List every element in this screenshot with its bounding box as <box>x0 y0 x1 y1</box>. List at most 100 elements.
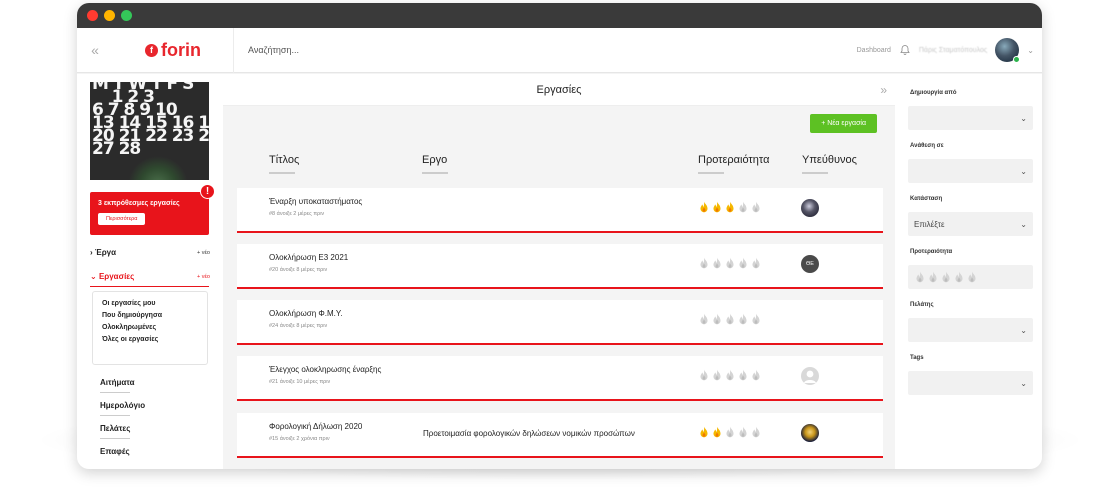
chevron-down-icon: ⌄ <box>1020 378 1027 388</box>
flame-icon <box>713 257 721 269</box>
new-task-button[interactable]: + Νέα εργασία <box>810 114 877 133</box>
task-priority[interactable] <box>698 369 762 382</box>
task-meta: #8 άνοιξε 2 μέρες πριν <box>269 211 325 217</box>
flame-icon <box>752 426 760 438</box>
logo-text: forin <box>161 39 201 60</box>
task-priority[interactable] <box>698 201 762 214</box>
task-priority[interactable] <box>698 426 762 439</box>
user-avatar[interactable] <box>995 38 1021 63</box>
task-project[interactable]: Προετοιμασία φορολογικών δηλώσεων νομικώ… <box>423 429 635 438</box>
flame-icon <box>929 271 937 282</box>
sidebar-item-calendar[interactable]: Ημερολόγιο <box>100 401 145 416</box>
search-bar <box>233 27 857 73</box>
main-content: Εργασίες » + Νέα εργασία Τίτλος Εργο Προ… <box>223 74 895 469</box>
main-header: Εργασίες » <box>223 74 895 106</box>
client-select[interactable]: ⌄ <box>908 318 1033 342</box>
submenu-item-created[interactable]: Που δημιούργησα <box>102 312 198 319</box>
tags-select[interactable]: ⌄ <box>908 371 1033 395</box>
assignee-avatar[interactable]: ΘΕ <box>801 255 819 273</box>
flame-icon <box>726 426 734 438</box>
flame-icon <box>713 313 721 325</box>
bell-icon[interactable] <box>899 44 911 56</box>
window-titlebar <box>77 3 1042 28</box>
app-window: « f forin Dashboard Πάρις Σταματόπουλος … <box>77 3 1042 469</box>
table-row[interactable]: Έλεγχος ολοκληρωσης έναρξης #21 άνοιξε 10… <box>237 356 883 401</box>
flame-icon <box>739 257 747 269</box>
task-priority[interactable] <box>698 257 762 270</box>
flame-icon <box>739 313 747 325</box>
priority-flames[interactable] <box>914 271 978 284</box>
table-row[interactable]: Ολοκλήρωση Ε3 2021 #20 άνοιξε 8 μέρες πρι… <box>237 244 883 289</box>
maximize-window-button[interactable] <box>121 10 132 21</box>
close-window-button[interactable] <box>87 10 98 21</box>
task-meta: #20 άνοιξε 8 μέρες πριν <box>269 267 328 273</box>
submenu-item-all[interactable]: Όλες οι εργασίες <box>102 336 198 343</box>
filter-label-status: Κατάσταση <box>910 196 943 202</box>
task-meta: #21 άνοιξε 10 μέρες πριν <box>269 379 331 385</box>
filters-panel: Δημιουργία από ⌄ Ανάθεση σε ⌄ Κατάσταση … <box>895 74 1042 469</box>
filter-label-tags: Tags <box>910 355 924 361</box>
task-title[interactable]: Φορολογική Δήλωση 2020 <box>269 422 362 431</box>
overdue-alert-card: 3 εκπρόθεσμες εργασίες Περισσότερα ! <box>90 184 215 235</box>
status-select[interactable]: Επιλέξτε ⌄ <box>908 212 1033 236</box>
assignee-avatar[interactable] <box>801 367 819 385</box>
assignee-avatar[interactable] <box>801 424 819 442</box>
flame-icon <box>700 201 708 213</box>
flame-icon <box>752 201 760 213</box>
column-header-assignee[interactable]: Υπεύθυνος <box>802 154 857 174</box>
user-name[interactable]: Πάρις Σταματόπουλος <box>919 47 987 54</box>
flame-icon <box>700 426 708 438</box>
sidebar-item-label: ⌄ Εργασίες <box>90 272 135 281</box>
table-row[interactable]: Ολοκλήρωση Φ.Μ.Υ. #24 άνοιξε 8 μέρες πριν <box>237 300 883 345</box>
task-title[interactable]: Έναρξη υποκαταστήματος <box>269 197 362 206</box>
column-header-project[interactable]: Εργο <box>422 154 448 174</box>
created-by-select[interactable]: ⌄ <box>908 106 1033 130</box>
tasks-submenu: Οι εργασίες μου Που δημιούργησα Ολοκληρω… <box>92 291 208 365</box>
sidebar-item-projects[interactable]: › Έργα + νέο <box>90 248 210 257</box>
flame-icon <box>713 201 721 213</box>
flame-icon <box>700 369 708 381</box>
chevron-down-icon[interactable]: ⌄ <box>1027 46 1034 55</box>
task-priority[interactable] <box>698 313 762 326</box>
table-row[interactable]: Έναρξη υποκαταστήματος #8 άνοιξε 2 μέρες … <box>237 188 883 233</box>
collapse-right-icon[interactable]: » <box>880 83 887 97</box>
task-title[interactable]: Έλεγχος ολοκληρωσης έναρξης <box>269 365 381 374</box>
submenu-item-completed[interactable]: Ολοκληρωμένες <box>102 324 198 331</box>
new-project-link[interactable]: + νέο <box>197 250 210 256</box>
column-header-priority[interactable]: Προτεραιότητα <box>698 154 769 174</box>
assigned-to-select[interactable]: ⌄ <box>908 159 1033 183</box>
sidebar-item-clients[interactable]: Πελάτες <box>100 424 130 439</box>
dashboard-link[interactable]: Dashboard <box>857 47 891 54</box>
sidebar-item-contacts[interactable]: Επαφές <box>100 447 130 456</box>
logo[interactable]: f forin <box>113 40 233 61</box>
flame-icon <box>916 271 924 282</box>
plant-leaves <box>128 156 188 180</box>
search-input[interactable] <box>248 45 548 55</box>
sidebar-item-tasks[interactable]: ⌄ Εργασίες + νέο <box>90 272 210 281</box>
task-title[interactable]: Ολοκλήρωση Ε3 2021 <box>269 253 348 262</box>
submenu-item-my-tasks[interactable]: Οι εργασίες μου <box>102 300 198 307</box>
new-task-link[interactable]: + νέο <box>197 274 210 280</box>
flame-icon <box>713 369 721 381</box>
chevron-down-icon: ⌄ <box>1020 219 1027 229</box>
active-section-underline <box>90 286 209 287</box>
flame-icon <box>700 257 708 269</box>
minimize-window-button[interactable] <box>104 10 115 21</box>
table-row[interactable]: Φορολογική Δήλωση 2020 #15 άνοιξε 2 χρόνι… <box>237 413 883 458</box>
logo-mark-icon: f <box>145 43 158 57</box>
task-title[interactable]: Ολοκλήρωση Φ.Μ.Υ. <box>269 309 342 318</box>
sidebar: M T W T F S 1 2 3 6 7 8 9 10 13 14 15 16… <box>77 74 223 469</box>
overdue-alert-text: 3 εκπρόθεσμες εργασίες <box>98 200 180 207</box>
priority-filter[interactable] <box>908 265 1033 289</box>
collapse-left-icon[interactable]: « <box>77 42 113 58</box>
more-button[interactable]: Περισσότερα <box>98 213 146 225</box>
sidebar-item-requests[interactable]: Αιτήματα <box>100 378 135 393</box>
task-meta: #24 άνοιξε 8 μέρες πριν <box>269 323 328 329</box>
flame-icon <box>713 426 721 438</box>
flame-icon <box>955 271 963 282</box>
assignee-avatar[interactable] <box>801 199 819 217</box>
flame-icon <box>739 201 747 213</box>
flame-icon <box>968 271 976 282</box>
flame-icon <box>726 257 734 269</box>
column-header-title[interactable]: Τίτλος <box>269 154 299 174</box>
